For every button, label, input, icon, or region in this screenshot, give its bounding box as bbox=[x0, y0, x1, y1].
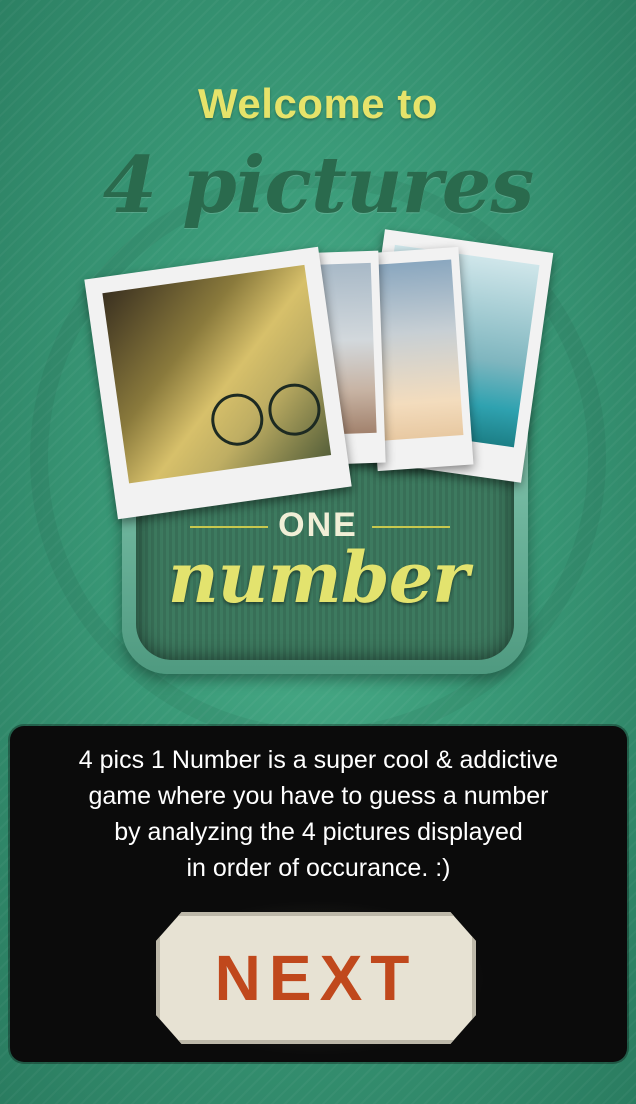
next-button-label: NEXT bbox=[214, 942, 418, 1014]
description-line: by analyzing the 4 pictures displayed bbox=[114, 818, 523, 846]
description-line: in order of occurance. :) bbox=[186, 854, 451, 882]
bike-wheel-icon bbox=[265, 380, 324, 439]
app-title-4-pictures: 4 pictures bbox=[102, 140, 534, 231]
welcome-heading: Welcome to bbox=[198, 80, 438, 127]
next-button[interactable]: NEXT bbox=[156, 912, 476, 1044]
photo-girl-bicycle bbox=[102, 264, 332, 484]
description-line: 4 pics 1 Number is a super cool & addict… bbox=[78, 746, 559, 774]
description-text: 4 pics 1 Number is a super cool & addict… bbox=[10, 742, 627, 886]
bike-wheel-icon bbox=[207, 390, 267, 450]
polaroid-photo-girl-bicycle bbox=[84, 246, 352, 520]
photo-bridge bbox=[371, 259, 464, 441]
description-line: game where you have to guess a number bbox=[88, 782, 549, 810]
logo-number-text: number bbox=[167, 536, 469, 619]
